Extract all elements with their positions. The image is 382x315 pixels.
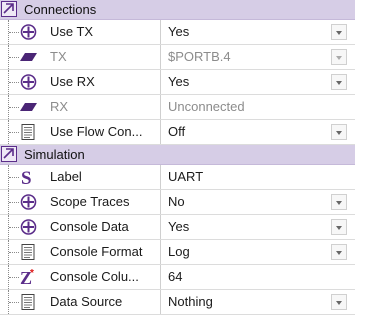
property-value[interactable]: Log (168, 240, 190, 264)
column-divider[interactable] (160, 190, 161, 214)
property-row[interactable]: TX $PORTB.4 (0, 45, 355, 70)
property-value[interactable]: Yes (168, 70, 189, 94)
property-value[interactable]: Nothing (168, 290, 213, 314)
plus-circle-icon (20, 74, 37, 90)
svg-text:*: * (30, 269, 34, 279)
dropdown-arrow-icon[interactable] (331, 49, 347, 65)
dropdown-arrow-icon[interactable] (331, 194, 347, 210)
category-header-simulation[interactable]: Simulation (0, 145, 355, 165)
tree-branch (9, 82, 19, 83)
property-value[interactable]: UART (168, 165, 203, 189)
tree-branch (9, 107, 19, 108)
integer-z-icon: Z * (20, 268, 37, 288)
category-label: Simulation (24, 147, 85, 162)
property-row[interactable]: RX Unconnected (0, 95, 355, 120)
property-row[interactable]: Use TX Yes (0, 20, 355, 45)
property-row[interactable]: Console Format Log (0, 240, 355, 265)
property-value[interactable]: Unconnected (168, 95, 245, 119)
column-divider[interactable] (160, 265, 161, 289)
property-value[interactable]: No (168, 190, 185, 214)
property-name: Use Flow Con... (50, 124, 143, 139)
column-divider[interactable] (160, 290, 161, 314)
property-name: Use TX (50, 24, 94, 39)
list-document-icon (20, 124, 37, 140)
tree-branch (9, 177, 19, 178)
category-header-connections[interactable]: Connections (0, 0, 355, 20)
dropdown-arrow-icon[interactable] (331, 24, 347, 40)
scrollbar-track[interactable] (355, 0, 382, 315)
collapse-icon[interactable] (1, 146, 17, 162)
pin-parallelogram-icon (20, 49, 37, 65)
column-divider[interactable] (160, 215, 161, 239)
property-name: Use RX (50, 74, 95, 89)
plus-circle-icon (20, 219, 37, 235)
pin-parallelogram-icon (20, 99, 37, 115)
property-name: Label (50, 169, 82, 184)
column-divider[interactable] (160, 45, 161, 69)
tree-branch (9, 202, 19, 203)
list-document-icon (20, 294, 37, 310)
property-value[interactable]: Yes (168, 215, 189, 239)
property-name: Console Colu... (50, 269, 139, 284)
property-row[interactable]: Data Source Nothing (0, 290, 355, 315)
property-name: Console Data (50, 219, 129, 234)
property-row[interactable]: Use Flow Con... Off (0, 120, 355, 145)
properties-grid: Connections Use TX Yes TX $PORTB.4 Use R… (0, 0, 355, 315)
tree-branch (9, 32, 19, 33)
list-document-icon (20, 244, 37, 260)
property-name: RX (50, 99, 69, 114)
property-name: TX (50, 49, 67, 64)
dropdown-arrow-icon[interactable] (331, 244, 347, 260)
dropdown-arrow-icon[interactable] (331, 219, 347, 235)
string-s-icon: S (20, 168, 37, 189)
column-divider[interactable] (160, 240, 161, 264)
category-label: Connections (24, 2, 97, 17)
property-row[interactable]: Scope Traces No (0, 190, 355, 215)
column-divider[interactable] (160, 70, 161, 94)
column-divider[interactable] (160, 120, 161, 144)
plus-circle-icon (20, 194, 37, 210)
property-name: Console Format (50, 244, 143, 259)
tree-branch (9, 227, 19, 228)
tree-branch (9, 57, 19, 58)
property-row[interactable]: Use RX Yes (0, 70, 355, 95)
column-divider[interactable] (160, 20, 161, 44)
property-name: Data Source (50, 294, 123, 309)
column-divider[interactable] (160, 165, 161, 189)
dropdown-arrow-icon[interactable] (331, 294, 347, 310)
property-name: Scope Traces (50, 194, 130, 209)
collapse-icon[interactable] (1, 1, 17, 17)
property-value[interactable]: Off (168, 120, 185, 144)
tree-branch (9, 132, 19, 133)
property-value[interactable]: 64 (168, 265, 182, 289)
property-value[interactable]: Yes (168, 20, 189, 44)
dropdown-arrow-icon[interactable] (331, 74, 347, 90)
property-row[interactable]: S Label UART (0, 165, 355, 190)
plus-circle-icon (20, 24, 37, 40)
tree-branch (9, 277, 19, 278)
property-value[interactable]: $PORTB.4 (168, 45, 231, 69)
tree-branch (9, 302, 19, 303)
property-row[interactable]: Console Data Yes (0, 215, 355, 240)
tree-branch (9, 252, 19, 253)
svg-text:S: S (21, 169, 32, 185)
dropdown-arrow-icon[interactable] (331, 124, 347, 140)
column-divider[interactable] (160, 95, 161, 119)
property-row[interactable]: Z * Console Colu... 64 (0, 265, 355, 290)
